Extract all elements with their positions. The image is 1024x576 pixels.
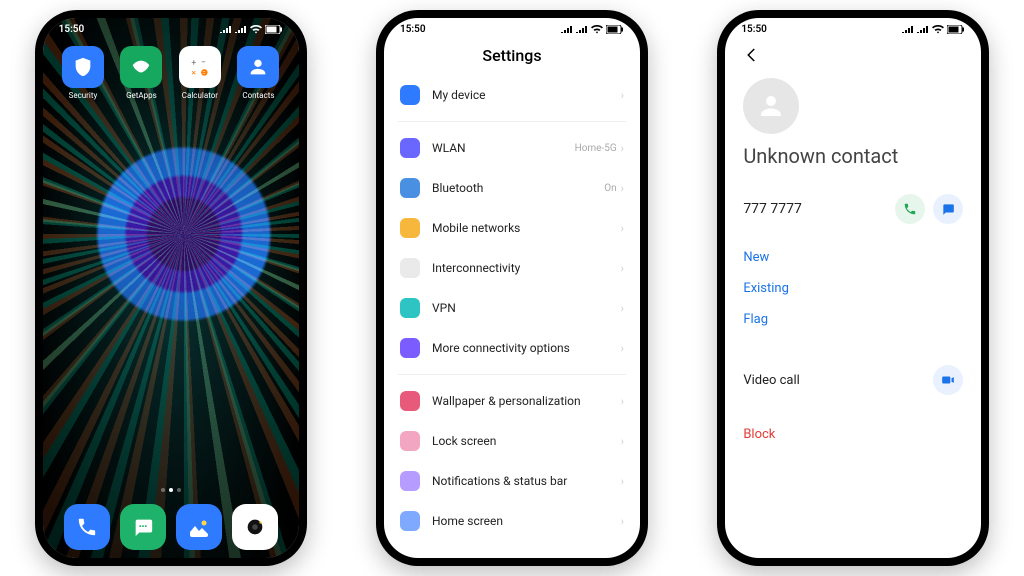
bluetooth-icon <box>400 178 420 198</box>
settings-row-my-device[interactable]: My device › <box>398 75 626 115</box>
message-button[interactable] <box>933 194 963 224</box>
block-link[interactable]: Block <box>743 427 963 442</box>
phone-settings-screen: 15:50 Settings My device › WLAN Home-5G … <box>376 10 648 566</box>
bluetooth-value: On <box>604 183 616 194</box>
chevron-right-icon: › <box>621 142 624 155</box>
page-title: Settings <box>398 46 626 65</box>
wifi-icon <box>250 25 262 34</box>
more-conn-label: More connectivity options <box>432 341 621 355</box>
signal-icon-2 <box>917 25 929 33</box>
vpn-label: VPN <box>432 301 621 315</box>
settings-row-lock-screen[interactable]: Lock screen › <box>398 421 626 461</box>
svg-text:=: = <box>202 69 206 77</box>
signal-icon-2 <box>235 25 247 33</box>
app-contacts[interactable] <box>237 46 279 88</box>
dock-gallery[interactable] <box>176 504 222 550</box>
lock-screen-icon <box>400 431 420 451</box>
settings-row-notifications[interactable]: Notifications & status bar › <box>398 461 626 501</box>
vpn-icon <box>400 298 420 318</box>
svg-text:×: × <box>191 69 196 79</box>
svg-text:−: − <box>201 58 206 68</box>
wlan-value: Home-5G <box>575 143 617 154</box>
page-indicator <box>43 488 299 492</box>
chevron-right-icon: › <box>621 262 624 275</box>
dock-phone[interactable] <box>64 504 110 550</box>
battery-icon <box>265 25 283 34</box>
home-screen-icon <box>400 511 420 531</box>
status-time: 15:50 <box>59 24 85 35</box>
my-device-icon <box>400 85 420 105</box>
app-calculator-label: Calculator <box>178 91 223 100</box>
video-call-row[interactable]: Video call <box>743 353 963 407</box>
status-time: 15:50 <box>400 24 426 35</box>
bluetooth-label: Bluetooth <box>432 181 604 195</box>
chevron-right-icon: › <box>621 89 624 102</box>
status-time: 15:50 <box>741 24 767 35</box>
wlan-icon <box>400 138 420 158</box>
chevron-right-icon: › <box>621 395 624 408</box>
settings-row-vpn[interactable]: VPN › <box>398 288 626 328</box>
mobile-networks-icon <box>400 218 420 238</box>
my-device-label: My device <box>432 88 621 102</box>
notifications-label: Notifications & status bar <box>432 474 621 488</box>
signal-icon-2 <box>576 25 588 33</box>
link-existing[interactable]: Existing <box>743 281 963 296</box>
app-getapps[interactable] <box>120 46 162 88</box>
link-new[interactable]: New <box>743 250 963 265</box>
settings-row-wallpaper[interactable]: Wallpaper & personalization › <box>398 381 626 421</box>
app-getapps-label: GetApps <box>119 91 164 100</box>
settings-row-interconnect[interactable]: Interconnectivity › <box>398 248 626 288</box>
home-screen-label: Home screen <box>432 514 621 528</box>
dock-camera[interactable] <box>232 504 278 550</box>
lock-screen-label: Lock screen <box>432 434 621 448</box>
wlan-label: WLAN <box>432 141 575 155</box>
settings-row-mobile-networks[interactable]: Mobile networks › <box>398 208 626 248</box>
chevron-right-icon: › <box>621 515 624 528</box>
svg-text:+: + <box>191 58 196 68</box>
signal-icon <box>220 25 232 33</box>
link-flag[interactable]: Flag <box>743 312 963 327</box>
status-bar: 15:50 <box>384 18 640 40</box>
interconnect-label: Interconnectivity <box>432 261 621 275</box>
wifi-icon <box>932 25 944 34</box>
back-button[interactable] <box>743 40 963 64</box>
dock-messages[interactable] <box>120 504 166 550</box>
video-call-icon <box>933 365 963 395</box>
settings-row-bluetooth[interactable]: Bluetooth On › <box>398 168 626 208</box>
chevron-right-icon: › <box>621 475 624 488</box>
settings-row-home-screen[interactable]: Home screen › <box>398 501 626 541</box>
phone-number[interactable]: 777 7777 <box>743 201 887 217</box>
chevron-right-icon: › <box>621 342 624 355</box>
chevron-right-icon: › <box>621 302 624 315</box>
app-calculator[interactable]: +−× = <box>179 46 221 88</box>
wallpaper-icon <box>400 391 420 411</box>
interconnect-icon <box>400 258 420 278</box>
wifi-icon <box>591 25 603 34</box>
settings-row-wlan[interactable]: WLAN Home-5G › <box>398 128 626 168</box>
chevron-right-icon: › <box>621 435 624 448</box>
chevron-right-icon: › <box>621 222 624 235</box>
wallpaper-label: Wallpaper & personalization <box>432 394 621 408</box>
notifications-icon <box>400 471 420 491</box>
status-bar: 15:50 <box>725 18 981 40</box>
battery-icon <box>606 25 624 34</box>
phone-contact-screen: 15:50 Unknown contact 777 7777 <box>717 10 989 566</box>
more-conn-icon <box>400 338 420 358</box>
contact-name: Unknown contact <box>743 144 963 168</box>
call-button[interactable] <box>895 194 925 224</box>
mobile-networks-label: Mobile networks <box>432 221 621 235</box>
avatar <box>743 78 799 134</box>
battery-icon <box>947 25 965 34</box>
app-contacts-label: Contacts <box>236 91 281 100</box>
chevron-right-icon: › <box>621 182 624 195</box>
settings-row-more-conn[interactable]: More connectivity options › <box>398 328 626 368</box>
phone-home-screen: 15:50 Security GetApps+−×= Calculator C <box>35 10 307 566</box>
signal-icon <box>902 25 914 33</box>
app-security[interactable] <box>62 46 104 88</box>
video-call-label: Video call <box>743 373 925 388</box>
status-bar: 15:50 <box>43 18 299 40</box>
app-security-label: Security <box>61 91 106 100</box>
signal-icon <box>561 25 573 33</box>
